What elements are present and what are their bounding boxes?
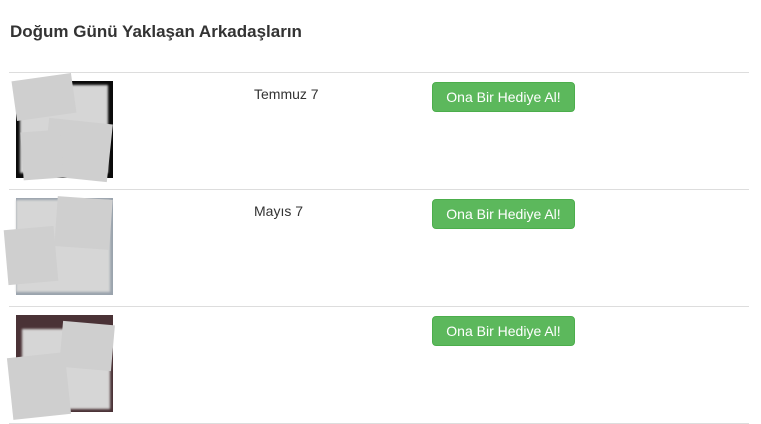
avatar-blur	[20, 129, 64, 181]
page: Doğum Günü Yaklaşan Arkadaşların Temmuz …	[0, 0, 761, 424]
friend-row: Temmuz 7 Ona Bir Hediye Al!	[9, 73, 749, 190]
page-title: Doğum Günü Yaklaşan Arkadaşların	[10, 22, 302, 41]
friend-row: Mayıs 7 Ona Bir Hediye Al!	[3, 190, 749, 307]
friend-avatar[interactable]	[11, 73, 113, 183]
buy-gift-button[interactable]: Ona Bir Hediye Al!	[432, 316, 575, 346]
friend-avatar[interactable]	[6, 315, 115, 420]
avatar-blur	[54, 196, 113, 250]
avatar-blur	[11, 73, 77, 121]
friends-table: Temmuz 7 Ona Bir Hediye Al! Mayıs 7 Ona …	[3, 72, 749, 424]
buy-gift-button[interactable]: Ona Bir Hediye Al!	[432, 199, 575, 229]
birthday-date: Mayıs 7	[254, 203, 304, 219]
avatar-blur	[59, 320, 115, 372]
friend-row: Ona Bir Hediye Al!	[6, 307, 749, 424]
buy-gift-button[interactable]: Ona Bir Hediye Al!	[432, 82, 575, 112]
birthday-date: Temmuz 7	[254, 86, 319, 102]
friend-avatar[interactable]	[3, 196, 113, 295]
avatar-blur	[3, 225, 59, 286]
